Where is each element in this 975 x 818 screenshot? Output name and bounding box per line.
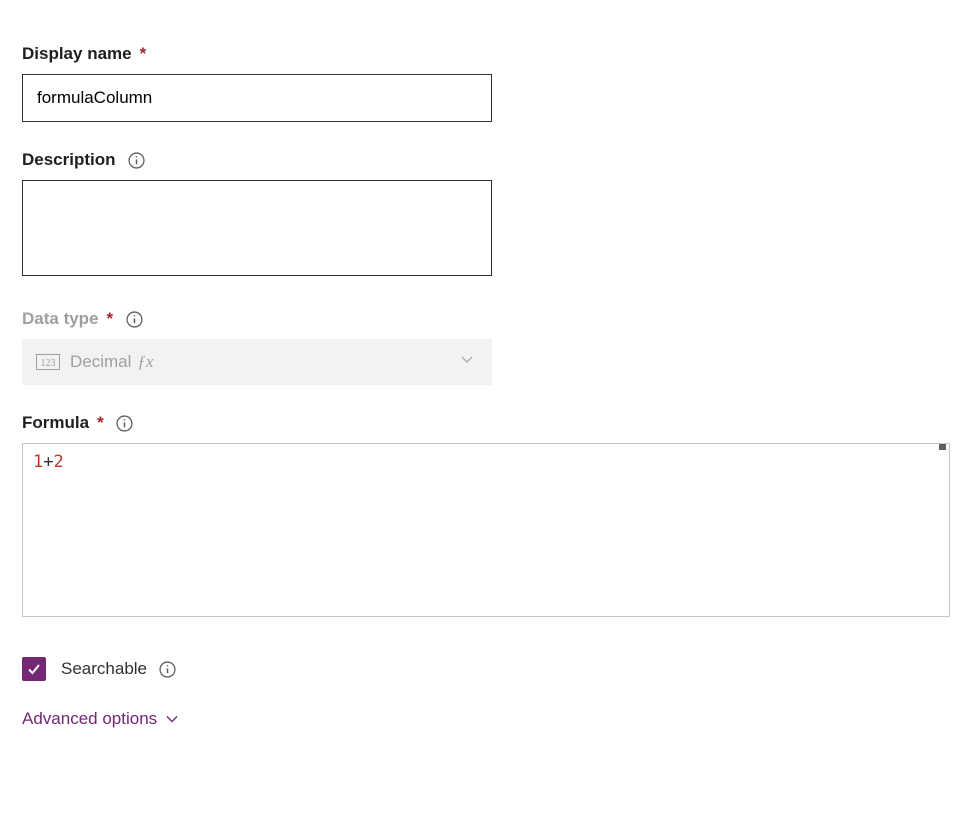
chevron-down-icon xyxy=(460,353,474,372)
data-type-value: Decimal ƒx xyxy=(70,352,153,372)
info-icon[interactable] xyxy=(128,151,146,169)
searchable-checkbox[interactable] xyxy=(22,657,46,681)
chevron-down-icon xyxy=(165,712,179,726)
display-name-input[interactable] xyxy=(22,74,492,122)
svg-text:123: 123 xyxy=(41,358,56,369)
display-name-label: Display name * xyxy=(22,44,953,64)
check-icon xyxy=(26,661,42,677)
number-type-icon: 123 xyxy=(36,354,60,370)
formula-label-text: Formula xyxy=(22,413,89,433)
advanced-options-label: Advanced options xyxy=(22,709,157,729)
display-name-field: Display name * xyxy=(22,44,953,122)
description-label: Description xyxy=(22,150,953,170)
info-icon[interactable] xyxy=(158,660,176,678)
data-type-label-text: Data type xyxy=(22,309,99,329)
required-indicator: * xyxy=(140,44,147,64)
formula-field: Formula * 1+2 xyxy=(22,413,953,617)
formula-content: 1+2 xyxy=(33,452,939,472)
searchable-label: Searchable xyxy=(61,659,147,679)
fx-icon: ƒx xyxy=(137,352,153,372)
data-type-field: Data type * 123 Decimal ƒx xyxy=(22,309,953,385)
scroll-indicator xyxy=(939,444,946,450)
data-type-dropdown[interactable]: 123 Decimal ƒx xyxy=(22,339,492,385)
formula-editor[interactable]: 1+2 xyxy=(22,443,950,617)
formula-label: Formula * xyxy=(22,413,953,433)
description-label-text: Description xyxy=(22,150,116,170)
info-icon[interactable] xyxy=(125,310,143,328)
description-input[interactable] xyxy=(22,180,492,276)
searchable-row: Searchable xyxy=(22,657,953,681)
data-type-label: Data type * xyxy=(22,309,953,329)
advanced-options-toggle[interactable]: Advanced options xyxy=(22,709,953,729)
info-icon[interactable] xyxy=(116,414,134,432)
required-indicator: * xyxy=(97,413,104,433)
display-name-label-text: Display name xyxy=(22,44,132,64)
required-indicator: * xyxy=(107,309,114,329)
description-field: Description xyxy=(22,150,953,281)
